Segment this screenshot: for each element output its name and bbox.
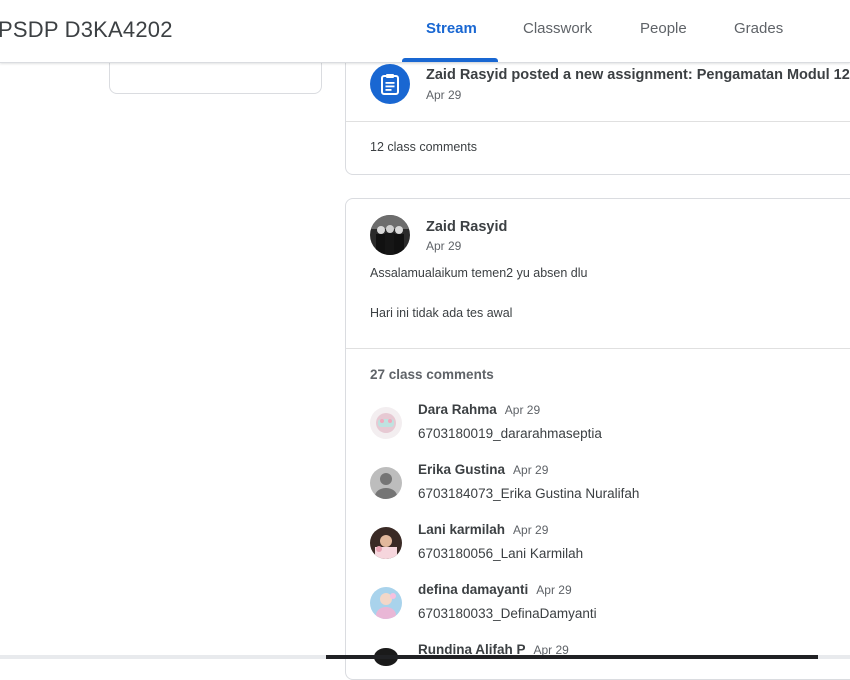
comment-avatar	[370, 527, 402, 559]
comment-author-name: Lani karmilah	[418, 522, 506, 537]
divider	[346, 348, 850, 349]
top-app-bar: PSDP D3KA4202 Stream Classwork People Gr…	[0, 0, 850, 63]
horizontal-scrollbar[interactable]	[0, 655, 850, 659]
divider	[346, 121, 850, 122]
comment-author: Dara Rahma Apr 29	[418, 402, 540, 417]
assignment-icon	[370, 64, 410, 104]
comment-author-name: defina damayanti	[418, 582, 529, 597]
announcement-card: Zaid Rasyid Apr 29 Assalamualaikum temen…	[345, 198, 850, 680]
comment-text: 6703180056_Lani Karmilah	[418, 546, 584, 561]
active-tab-indicator	[402, 58, 498, 62]
author-avatar	[370, 215, 410, 255]
comment-date: Apr 29	[513, 463, 549, 477]
tab-classwork[interactable]: Classwork	[523, 20, 592, 37]
comment-avatar	[370, 407, 402, 439]
post-body-line: Assalamualaikum temen2 yu absen dlu	[370, 266, 588, 280]
comment-date: Apr 29	[504, 403, 541, 417]
post-body-line: Hari ini tidak ada tes awal	[370, 306, 513, 320]
class-comments-count[interactable]: 27 class comments	[370, 367, 494, 382]
assignment-post-date: Apr 29	[426, 88, 462, 102]
comment-date: Apr 29	[536, 583, 572, 597]
tab-people[interactable]: People	[640, 20, 687, 37]
post-date: Apr 29	[426, 239, 462, 253]
assignment-post-title[interactable]: Zaid Rasyid posted a new assignment: Pen…	[426, 67, 850, 83]
tab-stream[interactable]: Stream	[426, 20, 477, 37]
comment-author-name: Dara Rahma	[418, 402, 497, 417]
comment-avatar	[370, 647, 402, 679]
comment-text: 6703180033_DefinaDamyanti	[418, 606, 597, 621]
comment-author: Lani karmilah Apr 29	[418, 522, 548, 537]
comment-text: 6703184073_Erika Gustina Nuralifah	[418, 486, 640, 501]
comment-avatar	[370, 467, 402, 499]
comment-author-name: Erika Gustina	[418, 462, 506, 477]
comment-text: 6703180019_dararahmaseptia	[418, 426, 602, 441]
class-title[interactable]: PSDP D3KA4202	[0, 17, 173, 43]
author-name: Zaid Rasyid	[426, 219, 508, 235]
comment-author: defina damayanti Apr 29	[418, 582, 572, 597]
comment-avatar	[370, 587, 402, 619]
comment-author: Erika Gustina Apr 29	[418, 462, 548, 477]
tab-grades[interactable]: Grades	[734, 20, 783, 37]
comment-date: Apr 29	[513, 523, 549, 537]
class-comments-link[interactable]: 12 class comments	[370, 140, 477, 154]
scrollbar-thumb[interactable]	[326, 655, 818, 659]
